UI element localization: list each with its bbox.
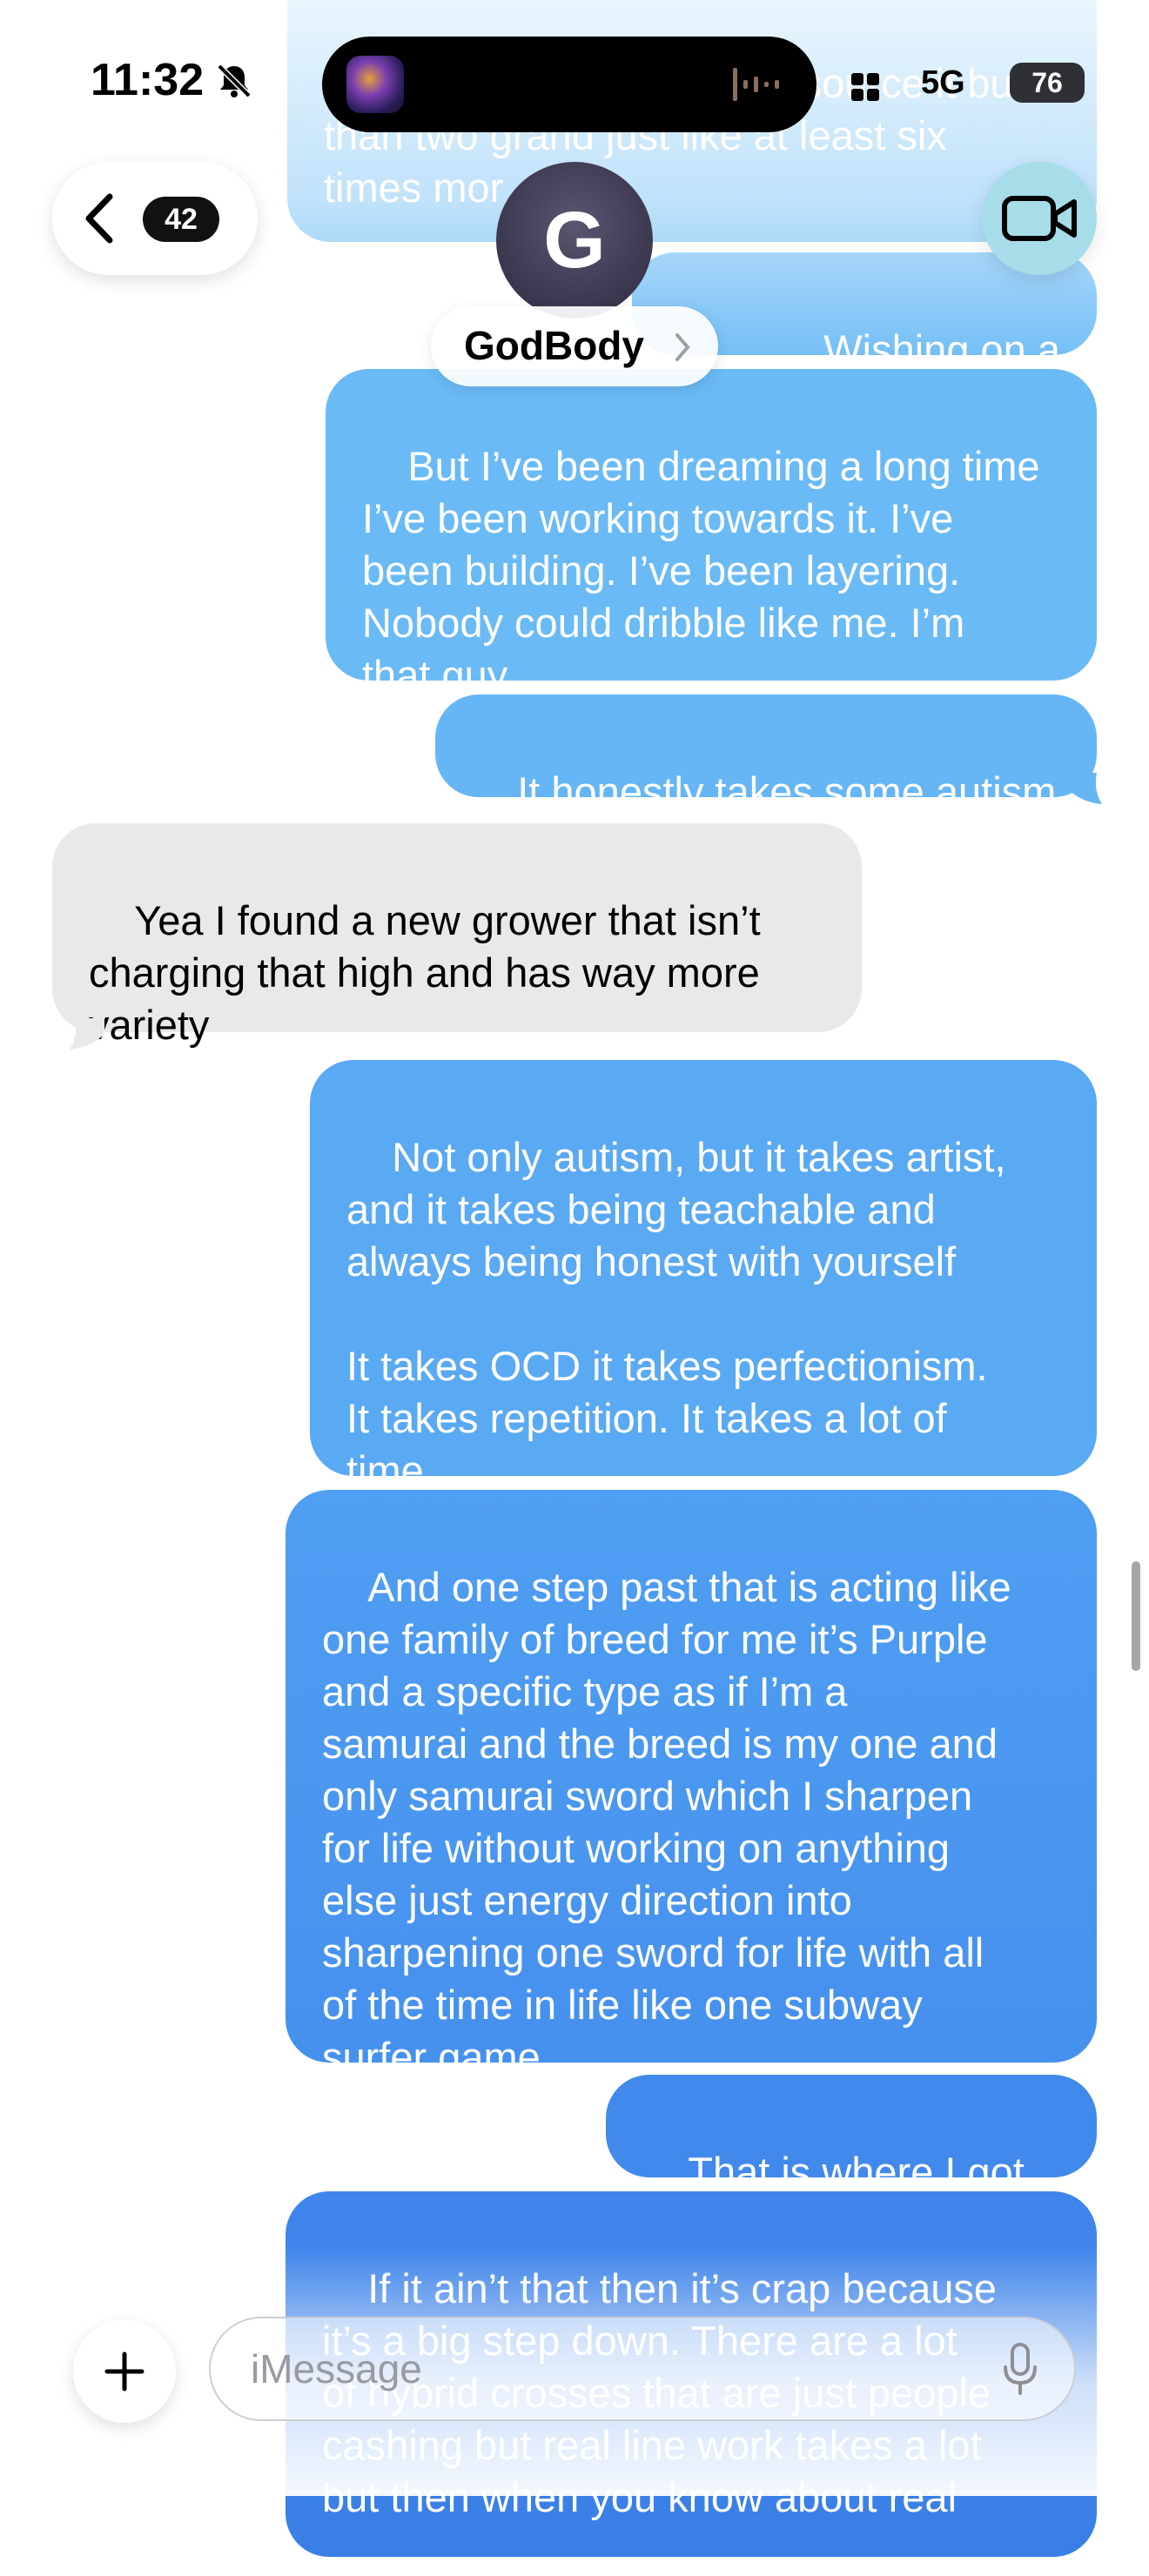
audio-waveform-icon xyxy=(733,68,779,101)
back-button[interactable]: 42 xyxy=(52,162,258,275)
bell-slash-icon xyxy=(217,64,252,98)
now-playing-artwork xyxy=(346,56,404,113)
microphone-icon[interactable] xyxy=(1001,2343,1039,2397)
message-bubble-outgoing[interactable]: That is where I got to xyxy=(606,2075,1097,2247)
bubble-tail xyxy=(1067,773,1102,804)
message-text: Yea I found a new grower that isn’t char… xyxy=(89,897,761,1048)
message-bubble-outgoing[interactable]: Not only autism, but it takes artist, an… xyxy=(310,1060,1097,1493)
network-type: 5G xyxy=(921,64,965,101)
unread-count-badge: 42 xyxy=(143,197,219,242)
chevron-left-icon xyxy=(85,193,113,244)
signal-icon xyxy=(851,73,879,101)
chevron-right-icon xyxy=(675,333,690,361)
contact-name: GodBody xyxy=(464,323,644,368)
battery-indicator: 76 xyxy=(1010,63,1085,103)
message-text: But I’ve been dreaming a long time I’ve … xyxy=(362,443,1040,698)
message-bubble-outgoing[interactable]: It honestly takes some autism xyxy=(435,694,1097,815)
message-text: It honestly takes some autism xyxy=(517,768,1057,815)
contact-avatar[interactable]: G xyxy=(496,162,653,319)
message-text: Not only autism, but it takes artist, an… xyxy=(346,1134,1006,1493)
plus-icon xyxy=(104,2351,144,2392)
contact-name-button[interactable]: GodBody xyxy=(431,306,718,386)
facetime-video-button[interactable] xyxy=(982,162,1097,275)
message-bubble-outgoing[interactable]: And one step past that is acting like on… xyxy=(286,1490,1097,2080)
status-time: 11:32 xyxy=(91,55,205,105)
dynamic-island[interactable] xyxy=(322,37,816,132)
message-bubble-incoming[interactable]: Yea I found a new grower that isn’t char… xyxy=(52,823,862,1048)
message-text: And one step past that is acting like on… xyxy=(322,1564,1011,2080)
video-camera-icon xyxy=(1002,196,1077,241)
message-input[interactable] xyxy=(209,2317,1076,2421)
message-bubble-outgoing[interactable]: But I’ve been dreaming a long time I’ve … xyxy=(326,369,1097,698)
scroll-indicator[interactable] xyxy=(1132,1561,1140,1671)
apps-plus-button[interactable] xyxy=(73,2320,176,2423)
bubble-tail xyxy=(70,1018,104,1050)
